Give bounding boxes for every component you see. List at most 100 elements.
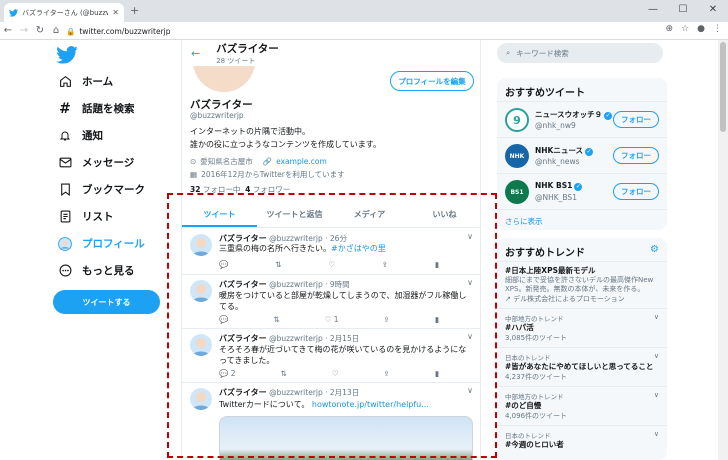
tab-tweets-replies[interactable]: ツイートと返信 [257, 202, 332, 227]
minimize-icon[interactable]: — [638, 0, 668, 22]
new-tab-icon[interactable]: + [130, 4, 139, 17]
trend-title: #のど自慢 [505, 401, 542, 410]
maximize-icon[interactable]: ☐ [668, 0, 698, 22]
tab-likes[interactable]: いいね [407, 202, 480, 227]
twitter-logo-icon[interactable] [56, 46, 78, 64]
star-icon[interactable]: ☆ [681, 24, 689, 34]
page-scrollbar[interactable] [718, 40, 728, 460]
like-icon[interactable]: ♡ [328, 260, 335, 269]
nav-notifications[interactable]: 通知 [58, 128, 103, 143]
promo-icon: ↗ [505, 295, 511, 303]
scrollbar-thumb[interactable] [720, 42, 726, 132]
analytics-icon[interactable]: ▮ [435, 315, 439, 324]
following-count[interactable]: 32 [190, 185, 200, 194]
extension-icon[interactable]: ⊕ [666, 24, 674, 34]
nav-home[interactable]: ホーム [58, 74, 113, 89]
website-link[interactable]: example.com [276, 157, 327, 166]
tab-close-icon[interactable]: ✕ [112, 8, 119, 17]
following-label[interactable]: フォロー中 [203, 185, 241, 194]
like-icon[interactable]: ♡ 1 [325, 315, 339, 324]
nav-home-label: ホーム [82, 76, 114, 88]
chevron-down-icon[interactable]: ∨ [654, 430, 659, 438]
bookmark-icon [58, 183, 72, 197]
tweet-link[interactable]: howtonote.jp/twitter/helpfu... [312, 400, 429, 409]
followers-count[interactable]: 4 [245, 185, 250, 194]
chevron-down-icon[interactable]: ∨ [467, 332, 473, 341]
analytics-icon[interactable]: ▮ [435, 260, 439, 269]
chevron-down-icon[interactable]: ∨ [467, 386, 473, 395]
trend-category: 中部地方のトレンド [505, 315, 564, 323]
chevron-down-icon[interactable]: ∨ [654, 313, 659, 321]
browser-tab[interactable]: バズライターさん (@buzzwriterjp) / Twitter ✕ [4, 3, 124, 22]
tab-media[interactable]: メディア [332, 202, 407, 227]
trend-item[interactable]: 日本のトレンド ∨ #今週のヒロい者 [497, 426, 667, 454]
tweet-avatar[interactable] [190, 388, 212, 410]
followers-label[interactable]: フォロワー [253, 185, 291, 194]
profile-menu-icon[interactable]: ● [697, 24, 705, 34]
trend-category: 中部地方のトレンド [505, 393, 564, 401]
tweet-item[interactable]: バズライター @buzzwriterjp · 2月13日 ∨ Twitterカー… [182, 383, 480, 460]
tweet-avatar[interactable] [190, 234, 212, 256]
nav-messages[interactable]: メッセージ [58, 155, 134, 170]
retweet-icon[interactable]: ⇅ [273, 315, 279, 324]
chevron-down-icon[interactable]: ∨ [654, 352, 659, 360]
forward-nav-icon[interactable]: → [16, 25, 32, 36]
tweet-item[interactable]: バズライター @buzzwriterjp · 9時間 ∨ 暖房をつけていると部屋… [182, 275, 480, 329]
back-arrow-icon[interactable]: ← [191, 47, 200, 60]
recommend-account[interactable]: 9 ニュースウオッチ９ ✓ @nhk_nw9 フォロー [497, 102, 667, 138]
tweet-avatar[interactable] [190, 280, 212, 302]
chevron-down-icon[interactable]: ∨ [467, 232, 473, 241]
tweet-hashtag[interactable]: #かざはやの里 [331, 244, 386, 253]
follow-button[interactable]: フォロー [613, 111, 659, 128]
reload-icon[interactable]: ↻ [32, 25, 48, 36]
chevron-down-icon[interactable]: ∨ [654, 391, 659, 399]
tweet-header: バズライター @buzzwriterjp · 2月13日 [219, 387, 359, 398]
share-icon[interactable]: ⇪ [384, 315, 390, 324]
account-avatar[interactable]: NHK [505, 144, 529, 168]
follow-button[interactable]: フォロー [613, 183, 659, 200]
tweet-handle: @buzzwriterjp [269, 234, 323, 243]
trend-count: 4,237件のツイート [505, 373, 568, 381]
tweet-avatar[interactable] [190, 334, 212, 356]
nav-bookmarks[interactable]: ブックマーク [58, 182, 145, 197]
search-input[interactable]: ⌕ キーワード検索 [497, 43, 663, 63]
nav-profile-label: プロフィール [82, 238, 145, 250]
tweet-item[interactable]: バズライター @buzzwriterjp · 26分 ∨ 三重県の梅の名所へ行き… [182, 229, 480, 275]
like-icon[interactable]: ♡ [332, 369, 339, 378]
settings-gear-icon[interactable]: ⚙ [650, 244, 659, 255]
share-icon[interactable]: ⇪ [384, 369, 390, 378]
edit-profile-button[interactable]: プロフィールを編集 [390, 71, 474, 91]
tweet-item[interactable]: バズライター @buzzwriterjp · 2月15日 ∨ そろそろ春が近づい… [182, 329, 480, 383]
retweet-icon[interactable]: ⇅ [275, 260, 281, 269]
tab-tweets[interactable]: ツイート [182, 202, 257, 227]
recommend-account[interactable]: NHK NHKニュース ✓ @nhk_news フォロー [497, 138, 667, 174]
recommend-account[interactable]: BS1 NHK BS1 ✓ @NHK_BS1 フォロー [497, 174, 667, 210]
nav-lists[interactable]: リスト [58, 209, 114, 224]
trend-item[interactable]: 中部地方のトレンド ∨ #のど自慢 4,096件のツイート [497, 387, 667, 426]
account-avatar[interactable]: 9 [505, 108, 529, 132]
reply-icon[interactable]: 💬 [219, 315, 228, 324]
url-field[interactable]: 🔒 twitter.com/buzzwriterjp [66, 23, 666, 39]
nav-more[interactable]: もっと見る [58, 263, 135, 278]
back-nav-icon[interactable]: ← [0, 25, 16, 36]
tweet-button[interactable]: ツイートする [53, 290, 160, 314]
reply-icon[interactable]: 💬 [219, 260, 228, 269]
twitter-card-image[interactable] [219, 416, 473, 460]
show-more-link[interactable]: さらに表示 [497, 210, 667, 230]
home-nav-icon[interactable]: ⌂ [48, 25, 64, 36]
window-close-icon[interactable]: ✕ [698, 0, 728, 22]
reply-icon[interactable]: 💬 2 [219, 369, 236, 378]
account-avatar[interactable]: BS1 [505, 180, 529, 204]
trend-item[interactable]: 中部地方のトレンド ∨ #ハパ活 3,085件のツイート [497, 309, 667, 348]
analytics-icon[interactable]: ▮ [435, 369, 439, 378]
retweet-icon[interactable]: ⇅ [281, 369, 287, 378]
share-icon[interactable]: ⇪ [382, 260, 388, 269]
trend-item[interactable]: #日本上陸XPS最新モデル 細部にまで妥協を許さないデルの最高傑作New XPS… [497, 262, 667, 309]
trend-item[interactable]: 日本のトレンド ∨ #皆があなたにやめてほしいと思ってること 4,237件のツイ… [497, 348, 667, 387]
follow-button[interactable]: フォロー [613, 147, 659, 164]
chrome-menu-icon[interactable]: ⋮ [713, 24, 722, 34]
nav-explore[interactable]: # 話題を検索 [58, 101, 134, 117]
chevron-down-icon[interactable]: ∨ [467, 278, 473, 287]
location-text: 愛知県名古屋市 [200, 157, 253, 166]
nav-profile[interactable]: プロフィール [58, 236, 145, 251]
